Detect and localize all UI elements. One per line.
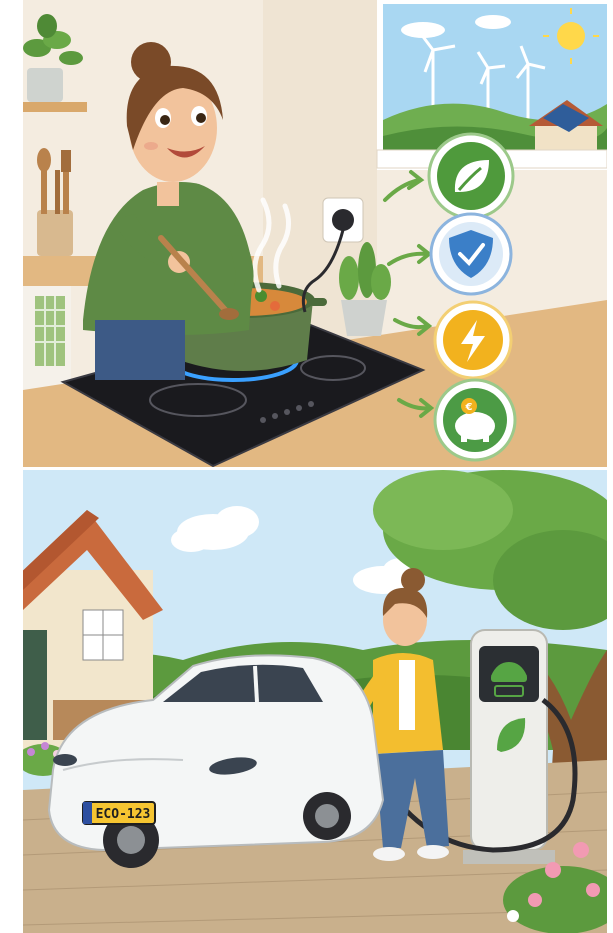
driveway-illustration: ECO-123 — [23, 470, 607, 933]
shield-check-icon — [429, 212, 513, 296]
wall-shelf — [23, 102, 87, 112]
kitchen-scene: € — [23, 0, 607, 467]
license-plate-text: ECO-123 — [96, 807, 151, 822]
kitchen-illustration: € — [23, 0, 607, 467]
euro-symbol: € — [465, 402, 473, 413]
sun — [557, 22, 585, 50]
driveway-scene: ECO-123 — [23, 470, 607, 933]
ev-charger — [463, 629, 555, 864]
dish-towel — [35, 296, 65, 366]
lightning-icon — [433, 300, 513, 380]
leaf-icon — [427, 132, 515, 220]
piggy-bank-euro-icon: € — [433, 378, 517, 462]
